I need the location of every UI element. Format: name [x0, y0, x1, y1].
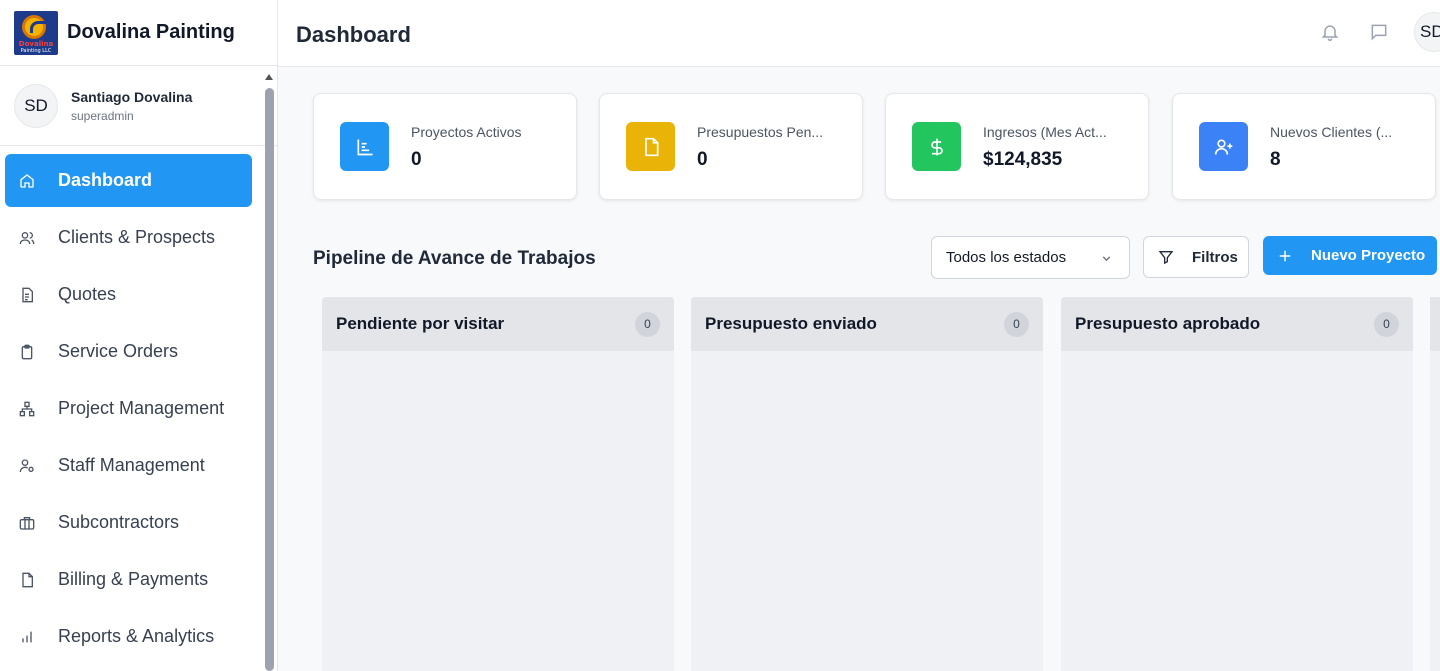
sidebar-item-service-orders[interactable]: Service Orders	[5, 325, 252, 378]
pipeline-column: Presupuesto enviado 0	[691, 297, 1043, 671]
user-plus-icon	[1199, 122, 1248, 171]
bell-icon[interactable]	[1320, 22, 1340, 42]
sidebar-item-clients[interactable]: Clients & Prospects	[5, 211, 252, 264]
company-logo: Dovalina Painting LLC	[14, 10, 58, 55]
hierarchy-icon	[19, 401, 35, 416]
document-icon	[22, 287, 33, 302]
stat-card-monthly-revenue[interactable]: Ingresos (Mes Act... $124,835	[885, 93, 1149, 200]
sidebar-item-dashboard[interactable]: Dashboard	[5, 154, 252, 207]
sidebar-item-label: Billing & Payments	[58, 569, 209, 589]
stat-label: Nuevos Clientes (...	[1270, 124, 1393, 140]
dollar-icon	[912, 122, 961, 171]
new-project-label: Nuevo Proyecto	[1311, 247, 1426, 264]
sidebar-item-label: Quotes	[58, 284, 117, 304]
status-select-value: Todos los estados	[946, 249, 1067, 266]
column-count-badge: 0	[1004, 311, 1029, 337]
filter-icon	[1158, 251, 1174, 265]
logo-subtext: Painting LLC	[20, 47, 52, 54]
new-project-button[interactable]: Nuevo Proyecto	[1263, 236, 1437, 275]
file-icon	[626, 122, 675, 171]
top-header: Dashboard SD	[278, 0, 1440, 67]
sidebar-item-quotes[interactable]: Quotes	[5, 268, 252, 321]
status-select[interactable]: Todos los estados	[931, 236, 1130, 279]
stat-label: Presupuestos Pen...	[697, 124, 824, 140]
user-profile[interactable]: SD Santiago Dovalina superadmin	[0, 66, 277, 146]
column-header: Presupuesto enviado 0	[691, 297, 1043, 351]
users-icon	[19, 231, 35, 244]
sidebar: Dovalina Painting LLC Dovalina Painting …	[0, 0, 278, 671]
brand[interactable]: Dovalina Painting LLC Dovalina Painting	[0, 0, 277, 66]
file-icon	[22, 572, 33, 587]
sidebar-item-label: Service Orders	[58, 341, 179, 361]
sidebar-item-subcontractors[interactable]: Subcontractors	[5, 496, 252, 549]
column-title: Presupuesto enviado	[705, 314, 877, 333]
pipeline-column: Pendiente por visitar 0	[322, 297, 674, 671]
stat-value: $124,835	[983, 149, 1063, 170]
pipeline-column: Presupuesto aprobado 0	[1061, 297, 1413, 671]
header-avatar[interactable]: SD	[1414, 12, 1440, 52]
sidebar-item-project-management[interactable]: Project Management	[5, 382, 252, 435]
page-title: Dashboard	[296, 22, 411, 47]
column-title: Pendiente por visitar	[336, 314, 505, 333]
stat-card-new-clients[interactable]: Nuevos Clientes (... 8	[1172, 93, 1436, 200]
column-header: Pendiente por visitar 0	[322, 297, 674, 351]
scroll-up-arrow-icon[interactable]	[265, 74, 273, 80]
user-name: Santiago Dovalina	[71, 88, 193, 105]
stat-card-active-projects[interactable]: Proyectos Activos 0	[313, 93, 577, 200]
sidebar-item-staff-management[interactable]: Staff Management	[5, 439, 252, 492]
sidebar-scrollbar[interactable]	[263, 72, 275, 671]
plus-icon	[1279, 250, 1291, 261]
stat-value: 0	[697, 149, 708, 170]
user-gear-icon	[19, 458, 34, 472]
filter-label: Filtros	[1192, 248, 1238, 266]
stat-label: Proyectos Activos	[411, 124, 522, 140]
sidebar-item-label: Reports & Analytics	[58, 626, 215, 646]
stat-value: 0	[411, 149, 422, 170]
sidebar-item-label: Dashboard	[58, 170, 153, 190]
bar-chart-icon	[22, 631, 32, 642]
brand-name: Dovalina Painting	[67, 21, 235, 43]
message-icon[interactable]	[1369, 22, 1389, 42]
logo-text: Dovalina	[18, 39, 54, 48]
sidebar-item-billing[interactable]: Billing & Payments	[5, 553, 252, 606]
filter-button[interactable]: Filtros	[1143, 236, 1249, 278]
sidebar-item-reports[interactable]: Reports & Analytics	[5, 610, 252, 663]
column-count-badge: 0	[1374, 311, 1399, 337]
sidebar-item-label: Subcontractors	[58, 512, 180, 532]
sidebar-item-label: Clients & Prospects	[58, 227, 216, 247]
chevron-down-icon	[1102, 256, 1111, 262]
column-header: Presupuesto aprobado 0	[1061, 297, 1413, 351]
column-count-badge: 0	[635, 311, 660, 337]
briefcase-icon	[19, 516, 35, 530]
sidebar-item-label: Staff Management	[58, 455, 205, 475]
stat-label: Ingresos (Mes Act...	[983, 124, 1107, 140]
chart-icon	[340, 122, 389, 171]
pipeline-column-partial	[1430, 297, 1440, 671]
scroll-thumb[interactable]	[265, 88, 274, 671]
home-icon	[20, 173, 34, 188]
pipeline-title: Pipeline de Avance de Trabajos	[313, 248, 596, 269]
stat-value: 8	[1270, 149, 1281, 170]
column-title: Presupuesto aprobado	[1075, 314, 1261, 333]
user-role: superadmin	[71, 108, 134, 123]
sidebar-nav: Dashboard Clients & Prospects Quotes Ser…	[0, 146, 277, 663]
avatar: SD	[14, 83, 58, 128]
sidebar-item-label: Project Management	[58, 398, 225, 418]
clipboard-icon	[21, 344, 33, 359]
stat-card-pending-quotes[interactable]: Presupuestos Pen... 0	[599, 93, 863, 200]
